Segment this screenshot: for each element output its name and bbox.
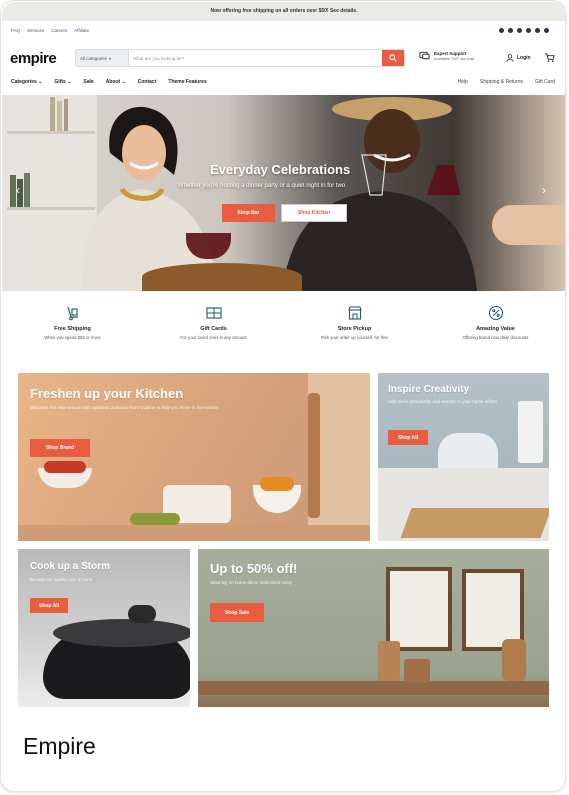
- hero-title: Everyday Celebrations: [210, 162, 351, 177]
- shop-bar-button[interactable]: Shop Bar: [222, 204, 275, 222]
- bird-print-left: [386, 567, 452, 651]
- user-icon: [506, 54, 514, 62]
- chevron-down-icon: ⌄: [65, 79, 72, 85]
- search-input[interactable]: What are you looking for?: [129, 50, 382, 66]
- nav-item-label: Gifts: [54, 79, 66, 85]
- creativity-subtitle: Add some personality and warmth to your …: [388, 399, 497, 404]
- utility-link-affiliate[interactable]: Affiliate: [74, 28, 89, 33]
- support-subtitle: Available 24/7 via chat: [434, 56, 474, 61]
- chevron-down-icon: ▾: [109, 55, 112, 61]
- roast-dish-photo: [142, 263, 302, 291]
- nav-item-theme-features[interactable]: Theme Features: [168, 79, 206, 85]
- shop-kitchen-button[interactable]: Shop Kitchen: [281, 204, 347, 222]
- nav-item-categories[interactable]: Categories ⌄: [11, 79, 42, 85]
- feature-title: Amazing Value: [476, 326, 515, 332]
- nav-item-shipping-returns[interactable]: Shipping & Returns: [480, 79, 523, 85]
- percent-badge-icon: [488, 305, 503, 321]
- utility-links: FAQ Services Careers Affiliate: [11, 28, 89, 33]
- kitchen-subtitle: Welcome the new season with updated cook…: [30, 405, 219, 410]
- announcement-bar[interactable]: Now offering free shipping on all orders…: [2, 2, 565, 21]
- secondary-nav: Help Shipping & Returns Gift Card: [458, 79, 555, 85]
- dolly-icon: [66, 306, 78, 321]
- utility-link-services[interactable]: Services: [27, 28, 44, 33]
- tiktok-icon[interactable]: [544, 28, 549, 33]
- gift-card-icon: [205, 307, 222, 319]
- promo-tile-creativity[interactable]: Inspire Creativity Add some personality …: [378, 373, 549, 541]
- expert-support[interactable]: Expert Support Available 24/7 via chat: [419, 51, 474, 61]
- promo-tile-kitchen[interactable]: Freshen up your Kitchen Welcome the new …: [18, 373, 370, 541]
- shop-all-storm-button[interactable]: Shop All: [30, 598, 68, 613]
- store-icon: [347, 306, 362, 320]
- store-logo[interactable]: empire: [10, 50, 57, 67]
- feature-store-pickup: Store Pickup Pick your order up yourself…: [284, 301, 425, 361]
- hero-banner: Everyday Celebrations Whether you're hos…: [2, 95, 565, 291]
- login-link[interactable]: Login: [506, 54, 531, 62]
- hero-subtitle: Whether you're hosting a dinner party or…: [178, 183, 346, 189]
- facebook-icon[interactable]: [508, 28, 513, 33]
- feature-amazing-value: Amazing Value Offering brand new daily d…: [425, 301, 565, 361]
- search-category-select[interactable]: All categories ▾: [76, 50, 129, 66]
- cloud-lamp-photo: [438, 433, 498, 473]
- email-icon[interactable]: [499, 28, 504, 33]
- nav-item-label: Categories: [11, 79, 37, 85]
- feature-strip: Free Shipping When you spend $50 or more…: [2, 301, 565, 361]
- promo-tile-sale[interactable]: Up to 50% off! Save big on home decor se…: [198, 549, 549, 707]
- nav-item-contact[interactable]: Contact: [138, 79, 157, 85]
- search-bar: All categories ▾ What are you looking fo…: [75, 49, 405, 67]
- feature-title: Gift Cards: [200, 326, 227, 332]
- feature-subtitle: For your loved ones in any amount: [180, 335, 247, 340]
- instagram-icon[interactable]: [517, 28, 522, 33]
- main-nav: Categories ⌄ Gifts ⌄ Sale About ⌄ Contac…: [11, 79, 207, 85]
- hand-photo: [492, 205, 565, 245]
- kitchen-title: Freshen up your Kitchen: [30, 386, 184, 401]
- sale-subtitle: Save big on home decor selections today: [210, 580, 293, 585]
- search-icon: [389, 54, 397, 62]
- storm-subtitle: Browse our quality pots & pans: [30, 577, 93, 582]
- feature-title: Store Pickup: [337, 326, 372, 332]
- feature-subtitle: Pick your order up yourself, for free: [320, 335, 389, 340]
- chevron-left-icon[interactable]: ‹: [16, 183, 20, 197]
- shop-brand-button[interactable]: Shop Brand: [30, 439, 90, 457]
- nav-item-gift-card[interactable]: Gift Card: [535, 79, 555, 85]
- nav-item-help[interactable]: Help: [458, 79, 468, 85]
- feature-free-shipping: Free Shipping When you spend $50 or more: [2, 301, 143, 361]
- feature-subtitle: When you spend $50 or more: [44, 335, 101, 340]
- chat-bubble-icon: [419, 51, 430, 60]
- wood-shelf: [198, 681, 549, 695]
- shop-all-creativity-button[interactable]: Shop All: [388, 430, 428, 445]
- feature-gift-cards: Gift Cards For your loved ones in any am…: [143, 301, 284, 361]
- man-photo: [282, 97, 477, 291]
- chevron-down-icon: ⌄: [120, 79, 126, 85]
- utility-link-careers[interactable]: Careers: [51, 28, 67, 33]
- nav-item-sale[interactable]: Sale: [83, 79, 93, 85]
- feature-subtitle: Offering brand new daily discounts: [462, 335, 529, 340]
- social-icons: [499, 28, 549, 33]
- chevron-down-icon: ⌄: [36, 79, 43, 85]
- utility-link-faq[interactable]: FAQ: [11, 28, 20, 33]
- sale-title: Up to 50% off!: [210, 561, 298, 576]
- login-label: Login: [517, 55, 531, 61]
- snapchat-icon[interactable]: [535, 28, 540, 33]
- chevron-right-icon[interactable]: ›: [542, 183, 546, 197]
- nav-item-gifts[interactable]: Gifts ⌄: [54, 79, 71, 85]
- candle-holder: [378, 641, 400, 681]
- creativity-title: Inspire Creativity: [388, 384, 470, 395]
- cart-icon[interactable]: [544, 52, 555, 63]
- storm-title: Cook up a Storm: [30, 561, 111, 572]
- search-category-value: All categories: [80, 55, 108, 61]
- nav-item-label: About: [105, 79, 121, 85]
- pencil-cup-photo: [518, 401, 543, 463]
- promo-tile-storm[interactable]: Cook up a Storm Browse our quality pots …: [18, 549, 190, 707]
- nav-item-about[interactable]: About ⌄: [106, 79, 126, 85]
- feature-title: Free Shipping: [54, 326, 91, 332]
- shop-sale-button[interactable]: Shop Sale: [210, 603, 264, 622]
- pinterest-icon[interactable]: [526, 28, 531, 33]
- theme-caption: Empire: [23, 733, 96, 759]
- store-preview-card: Now offering free shipping on all orders…: [0, 0, 566, 792]
- search-button[interactable]: [382, 50, 404, 66]
